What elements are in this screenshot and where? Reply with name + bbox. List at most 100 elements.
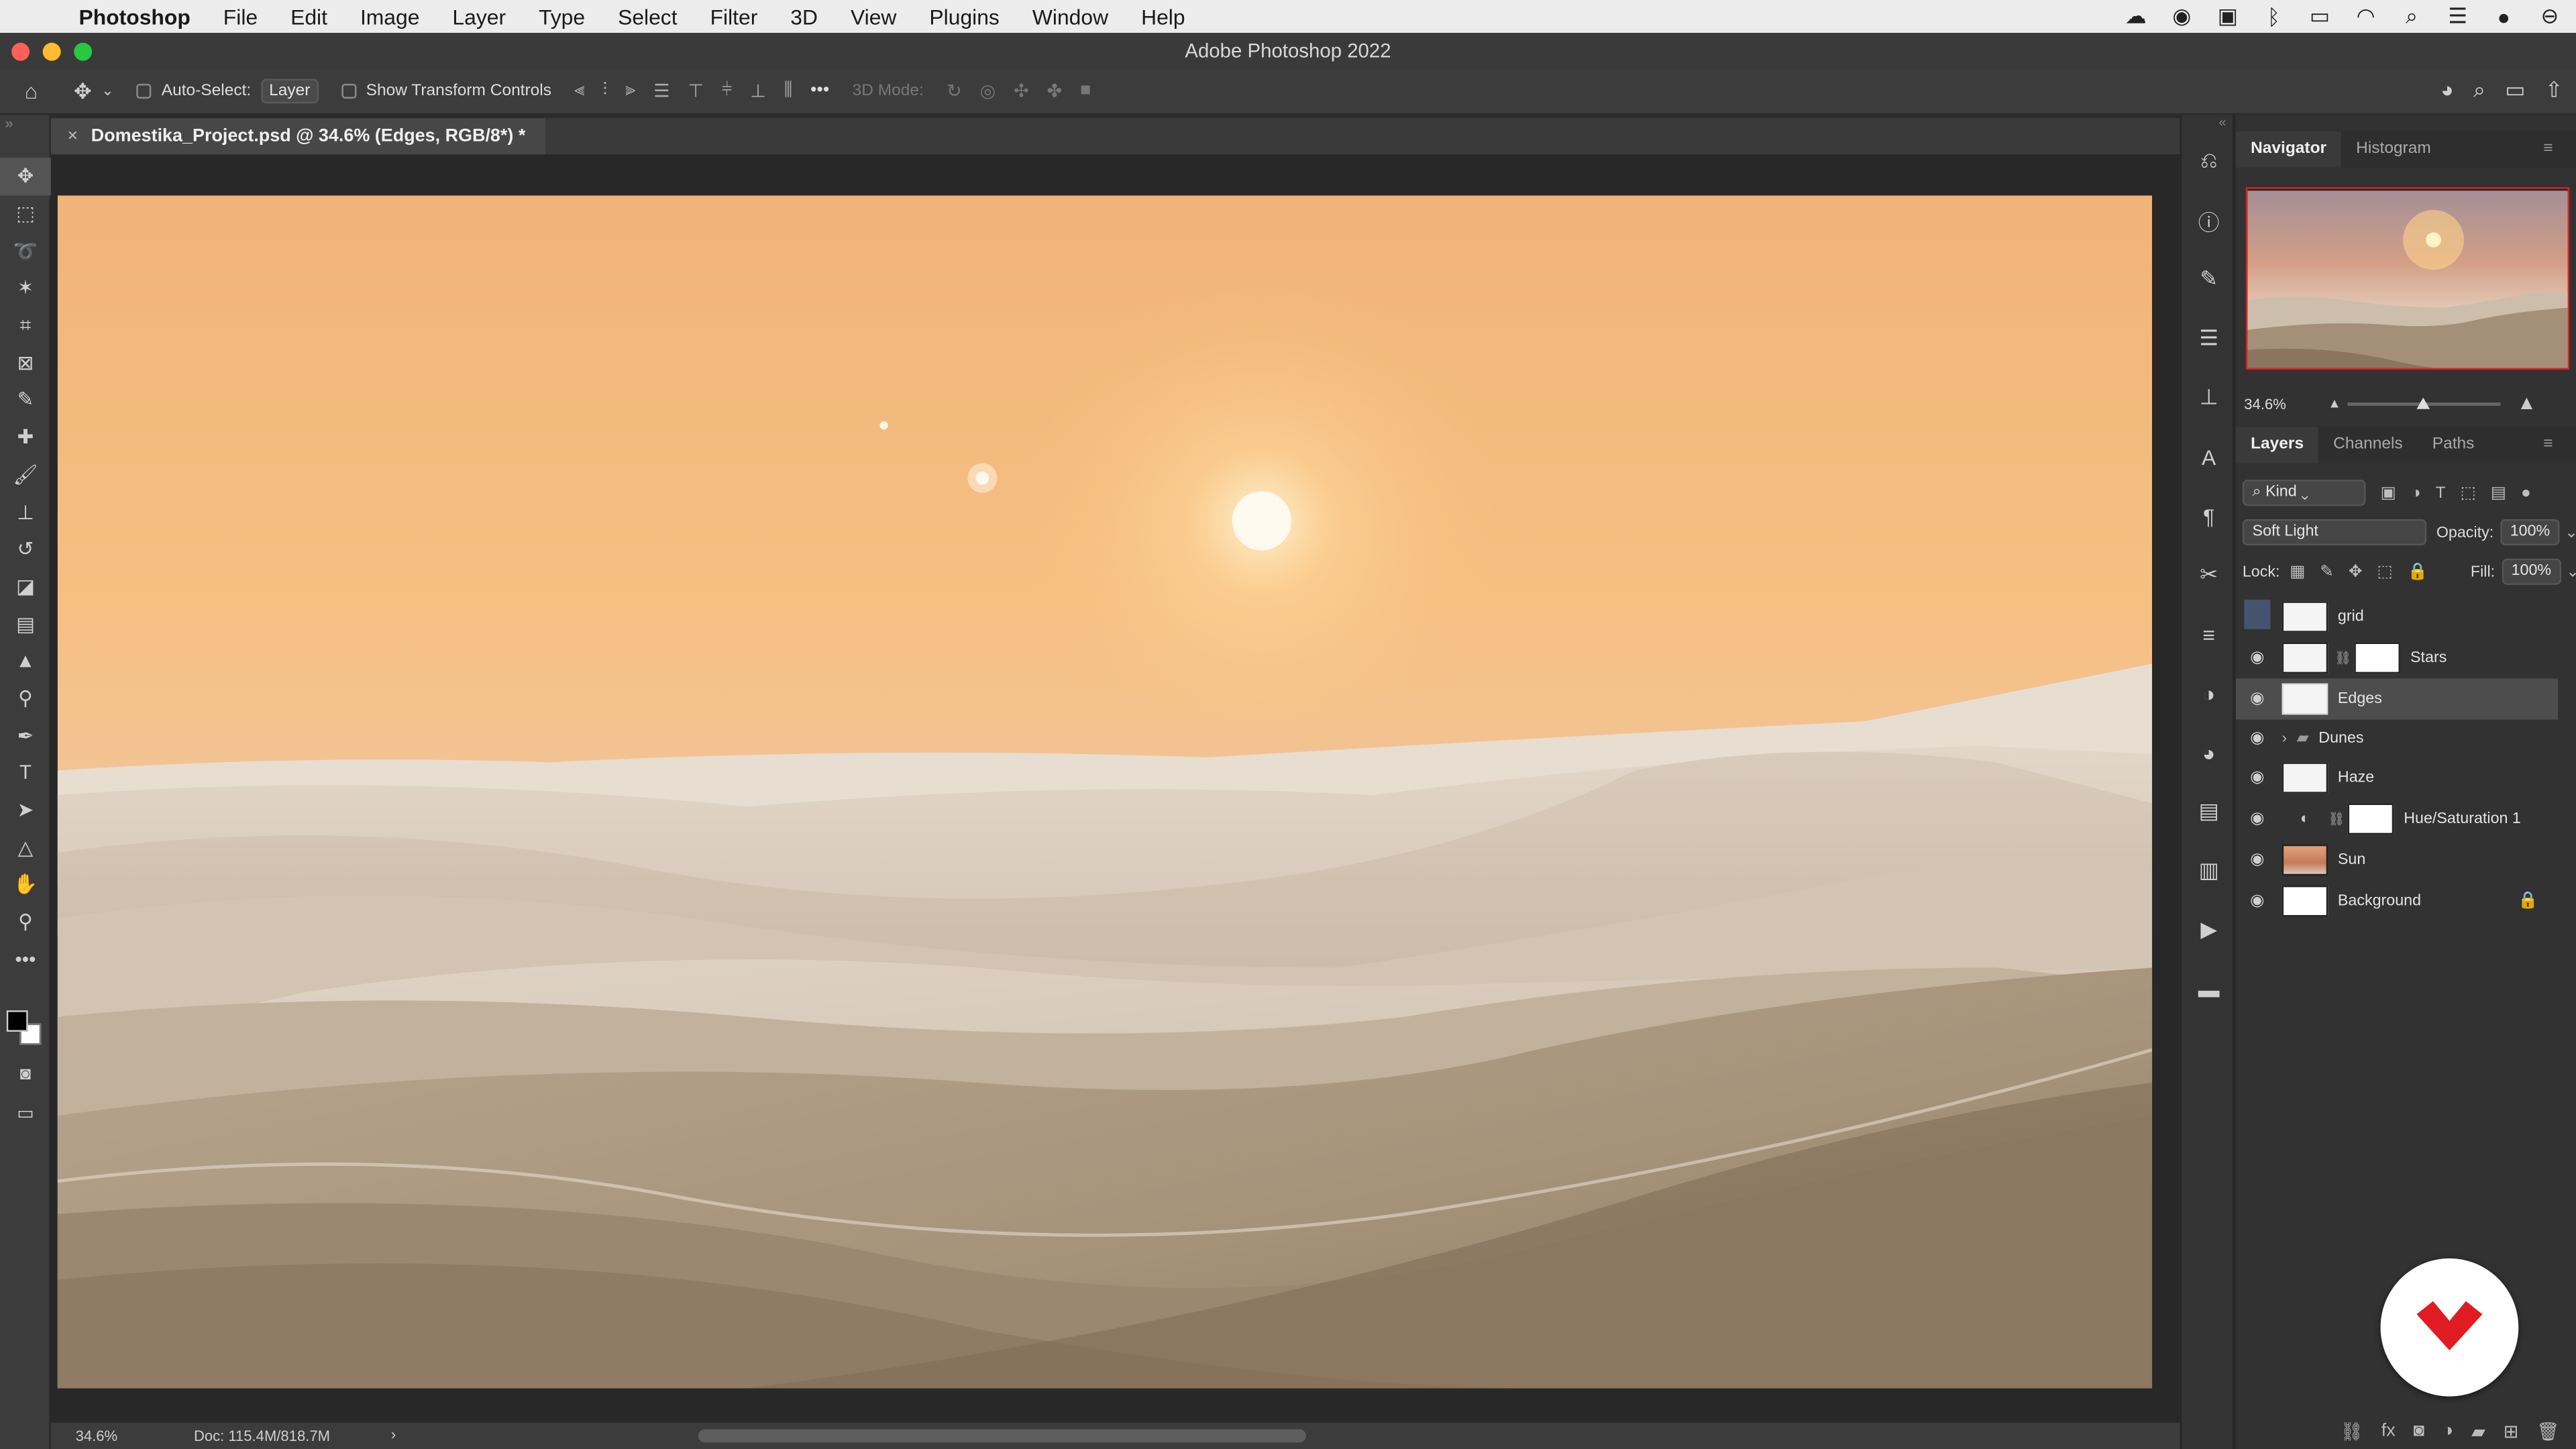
eraser-tool-icon[interactable]: ◪ <box>0 568 51 605</box>
menu-file[interactable]: File <box>223 4 258 29</box>
layer-thumbnail[interactable] <box>2282 885 2328 917</box>
navigator-view-box[interactable] <box>2245 187 2570 370</box>
chevron-down-icon[interactable]: ⌄ <box>2566 563 2576 581</box>
search-icon[interactable]: ⌕ <box>2473 77 2485 103</box>
home-icon[interactable]: ⌂ <box>25 79 38 104</box>
zoom-in-icon[interactable]: ▲ <box>2517 391 2536 414</box>
zoom-level[interactable]: 34.6% <box>76 1428 118 1444</box>
battery-icon[interactable]: ▭ <box>2306 3 2332 30</box>
menu-help[interactable]: Help <box>1141 4 1185 29</box>
align-bottom-icon[interactable]: ⊥ <box>750 80 765 101</box>
zoom-window-button[interactable] <box>74 42 93 61</box>
eye-icon[interactable]: ◉ <box>2236 649 2279 667</box>
align-top-icon[interactable]: ⊤ <box>688 80 703 101</box>
layer-row-selected[interactable]: ◉ Edges <box>2236 678 2559 720</box>
camera-icon[interactable]: ■ <box>1080 80 1091 102</box>
creative-cloud-icon[interactable]: ☁ <box>2123 3 2149 30</box>
history-icon[interactable]: ⎌ <box>2182 131 2236 191</box>
crop-tool-icon[interactable]: ⌗ <box>0 307 51 344</box>
frame-tool-icon[interactable]: ⊠ <box>0 344 51 382</box>
layer-mask-thumbnail[interactable] <box>2354 642 2401 674</box>
panel-menu-icon[interactable]: ≡ <box>2528 427 2567 464</box>
visibility-off-icon[interactable] <box>2244 599 2271 629</box>
roll-icon[interactable]: ◎ <box>980 80 996 101</box>
lock-artboard-icon[interactable]: ⬚ <box>2377 563 2393 581</box>
layer-row[interactable]: ◉ Sun <box>2236 839 2558 880</box>
add-mask-icon[interactable]: ◙ <box>2414 1421 2424 1440</box>
horizontal-scrollbar[interactable] <box>698 1429 1306 1443</box>
fill-input[interactable]: 100% <box>2501 558 2561 585</box>
tool-presets-icon[interactable]: ✂ <box>2182 545 2236 604</box>
opacity-input[interactable]: 100% <box>2500 519 2560 546</box>
libraries-icon[interactable]: ▥ <box>2182 841 2236 900</box>
layer-thumbnail[interactable] <box>2282 844 2328 876</box>
siri-icon[interactable]: ● <box>2491 4 2517 29</box>
tab-navigator[interactable]: Navigator <box>2236 131 2342 168</box>
collapse-icon[interactable]: « <box>2182 115 2233 131</box>
layer-name[interactable]: Stars <box>2410 649 2447 667</box>
character-icon[interactable]: A <box>2182 427 2236 486</box>
fx-icon[interactable]: fx <box>2381 1421 2396 1440</box>
layer-row[interactable]: ◉ ◐ ⛓ Hue/Saturation 1 <box>2236 798 2558 839</box>
eyedropper-tool-icon[interactable]: ✎ <box>0 381 51 419</box>
control-center-icon[interactable]: ☰ <box>2445 3 2471 30</box>
filter-type-icon[interactable]: T <box>2436 484 2446 502</box>
eye-icon[interactable]: ◉ <box>2236 892 2279 910</box>
align-right-icon[interactable]: ⫸ <box>625 80 635 102</box>
lock-image-icon[interactable]: ✎ <box>2320 563 2334 581</box>
wifi-icon[interactable]: ◠ <box>2353 3 2379 30</box>
checkbox-box[interactable] <box>137 83 152 99</box>
history-brush-tool-icon[interactable]: ↺ <box>0 531 51 568</box>
screen-mode-icon[interactable]: ▭ <box>0 1102 51 1124</box>
layer-thumbnail[interactable] <box>2282 683 2328 715</box>
image-canvas[interactable] <box>57 195 2153 1389</box>
trash-icon[interactable]: 🗑 <box>2536 1420 2559 1442</box>
doc-size[interactable]: Doc: 115.4M/818.7M <box>194 1428 330 1444</box>
menu-window[interactable]: Window <box>1032 4 1108 29</box>
layer-row[interactable]: ◉ Background 🔒 <box>2236 881 2558 922</box>
lock-icon[interactable]: 🔒 <box>2518 892 2538 910</box>
eye-icon[interactable]: ◉ <box>2236 769 2279 787</box>
swatches-icon[interactable]: ◕ <box>2182 723 2236 782</box>
align-middle-icon[interactable]: ⫩ <box>722 80 732 102</box>
path-selection-tool-icon[interactable]: ➤ <box>0 792 51 829</box>
align-left-icon[interactable]: ⫷ <box>574 80 584 102</box>
move-tool-preset-icon[interactable]: ✥ <box>74 78 92 104</box>
tab-paths[interactable]: Paths <box>2418 427 2489 464</box>
filter-smart-object-icon[interactable]: ▤ <box>2491 484 2506 502</box>
chevron-right-icon[interactable]: › <box>2282 729 2287 745</box>
menu-filter[interactable]: Filter <box>710 4 758 29</box>
menu-select[interactable]: Select <box>618 4 678 29</box>
slide-icon[interactable]: ✤ <box>1047 80 1063 101</box>
layer-name[interactable]: Background <box>2338 892 2421 910</box>
show-transform-checkbox[interactable]: Show Transform Controls <box>341 82 551 100</box>
eye-icon[interactable]: ◉ <box>2236 810 2279 828</box>
properties-icon[interactable]: ☰ <box>2182 309 2236 368</box>
adjustments-icon[interactable]: ≡ <box>2182 604 2236 663</box>
chevron-down-icon[interactable]: ⌄ <box>101 82 113 100</box>
gradient-tool-icon[interactable]: ▤ <box>0 605 51 643</box>
filter-toggle-icon[interactable]: ● <box>2521 484 2531 502</box>
close-icon[interactable]: × <box>67 127 78 146</box>
blend-mode-dropdown[interactable]: Soft Light <box>2242 519 2427 546</box>
dodge-tool-icon[interactable]: ⚲ <box>0 680 51 717</box>
layer-name[interactable]: Edges <box>2338 690 2382 708</box>
menu-image[interactable]: Image <box>360 4 420 29</box>
auto-select-checkbox[interactable]: Auto-Select: <box>137 82 251 100</box>
share-icon[interactable]: ⇧ <box>2545 77 2563 103</box>
paragraph-icon[interactable]: ¶ <box>2182 486 2236 545</box>
lock-transparent-icon[interactable]: ▦ <box>2290 563 2305 581</box>
search-icon[interactable]: ⌕ <box>2399 3 2425 30</box>
layer-row[interactable]: ◉ ⛓ Stars <box>2236 637 2558 678</box>
tab-histogram[interactable]: Histogram <box>2341 131 2446 168</box>
cloud-user-icon[interactable]: ◕ <box>2440 77 2453 103</box>
menu-plugins[interactable]: Plugins <box>929 4 999 29</box>
zoom-out-icon[interactable]: ▲ <box>2328 396 2341 411</box>
quick-mask-icon[interactable]: ◙ <box>0 1065 51 1084</box>
hand-tool-icon[interactable]: ✋ <box>0 866 51 904</box>
layer-name[interactable]: Haze <box>2338 769 2374 787</box>
link-icon[interactable]: ⛓ <box>2334 651 2351 665</box>
menu-photoshop[interactable]: Photoshop <box>79 4 191 29</box>
filter-pixel-icon[interactable]: ▣ <box>2381 484 2396 502</box>
actions-icon[interactable]: ▶ <box>2182 900 2236 959</box>
